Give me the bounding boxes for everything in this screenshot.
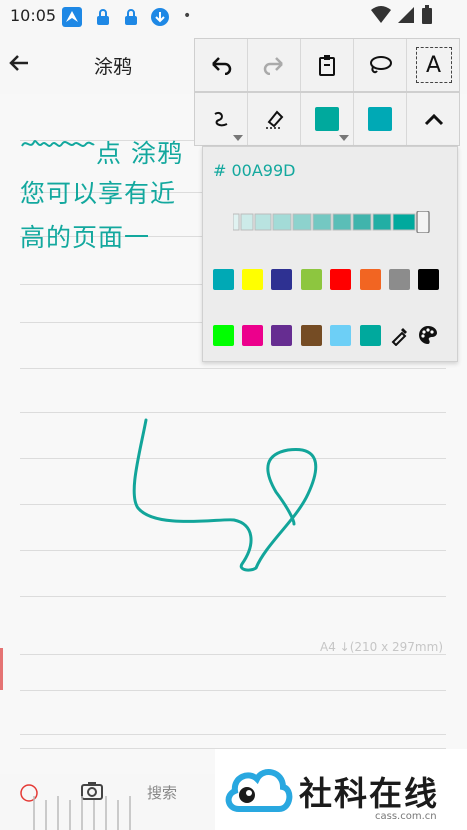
palette-swatch-gray[interactable]: [389, 269, 410, 290]
app-icon: [62, 7, 82, 27]
palette-swatch-teal[interactable]: [360, 325, 381, 346]
rule-line: [20, 654, 446, 655]
page-edge-marker: [0, 648, 3, 690]
dropdown-triangle-icon: [339, 135, 349, 141]
palette-swatch-green[interactable]: [301, 269, 322, 290]
opacity-steps: [232, 210, 430, 234]
palette-swatch-brown[interactable]: [301, 325, 322, 346]
battery-icon: [422, 5, 432, 24]
doodle-stroke: [132, 418, 318, 572]
note-text-line1: 点 涂鸦: [96, 139, 183, 168]
clipboard-button[interactable]: [301, 39, 354, 91]
palette-swatch-light-blue[interactable]: [330, 325, 351, 346]
notification-dot: •: [183, 8, 192, 24]
scroll-ruler[interactable]: [30, 790, 140, 830]
status-right: [371, 5, 433, 25]
note-text-line2: 您可以享有近: [20, 179, 177, 208]
undo-button[interactable]: [195, 39, 248, 91]
pen-style-icon: [214, 111, 228, 127]
lock-icon: [93, 7, 113, 27]
eyedropper-icon[interactable]: [389, 324, 411, 350]
toolbar-row-1: A: [194, 38, 460, 92]
highlight-color-button[interactable]: [354, 93, 407, 145]
rule-line: [20, 596, 446, 597]
dropdown-triangle-icon: [233, 135, 243, 141]
watermark-logo: 社科在线 cass.com.cn: [215, 749, 467, 830]
wifi-icon: [371, 6, 391, 23]
palette-swatch-purple[interactable]: [271, 325, 292, 346]
rule-line: [20, 368, 446, 369]
color-picker-panel: # 00A99D: [202, 146, 458, 362]
text-tool-icon: A: [415, 47, 452, 83]
palette-swatch-lime[interactable]: [213, 325, 234, 346]
page-title: 涂鸦: [94, 56, 133, 78]
chevron-up-icon: [424, 113, 443, 126]
clipboard-icon: [319, 55, 335, 76]
palette-swatch-magenta[interactable]: [242, 325, 263, 346]
back-arrow-icon[interactable]: [6, 50, 32, 76]
palette-swatch-yellow[interactable]: [242, 269, 263, 290]
opacity-slider[interactable]: [232, 210, 433, 234]
palette-swatch-orange[interactable]: [360, 269, 381, 290]
color-swatch: [315, 107, 339, 131]
search-button[interactable]: 搜索: [147, 782, 177, 803]
palette-swatch-black[interactable]: [418, 269, 439, 290]
pen-color-button[interactable]: [301, 93, 354, 145]
rule-line: [20, 690, 446, 691]
brand-text: 社科在线: [299, 774, 439, 813]
lasso-button[interactable]: [354, 39, 407, 91]
text-tool-button[interactable]: A: [407, 39, 460, 91]
page-size-label: A4 ↓(210 x 297mm): [320, 640, 443, 654]
toolbar-row-2: [194, 92, 460, 146]
cloud-logo-icon: [225, 769, 293, 812]
brand-url: cass.com.cn: [375, 811, 437, 822]
pen-style-button[interactable]: [195, 93, 248, 145]
note-text-line3: 高的页面一: [20, 223, 151, 252]
color-swatch: [368, 107, 392, 131]
clock: 10:05: [10, 6, 57, 25]
palette-icon[interactable]: [417, 324, 439, 350]
eraser-button[interactable]: [248, 93, 301, 145]
download-icon: [150, 7, 170, 27]
signal-icon: [398, 7, 414, 23]
lock-icon: [121, 7, 141, 27]
undo-icon: [212, 57, 232, 75]
collapse-button[interactable]: [407, 93, 460, 145]
handwriting-signature: [21, 140, 95, 147]
palette-swatch-navy[interactable]: [271, 269, 292, 290]
lasso-icon: [370, 56, 392, 74]
redo-button[interactable]: [248, 39, 301, 91]
redo-icon: [263, 57, 283, 75]
hex-color-label: # 00A99D: [213, 161, 296, 180]
rule-line: [20, 734, 446, 735]
palette-swatch-red[interactable]: [330, 269, 351, 290]
palette-swatch-cyan[interactable]: [213, 269, 234, 290]
eraser-icon: [266, 110, 284, 129]
status-bar: 10:05 •: [0, 0, 467, 32]
